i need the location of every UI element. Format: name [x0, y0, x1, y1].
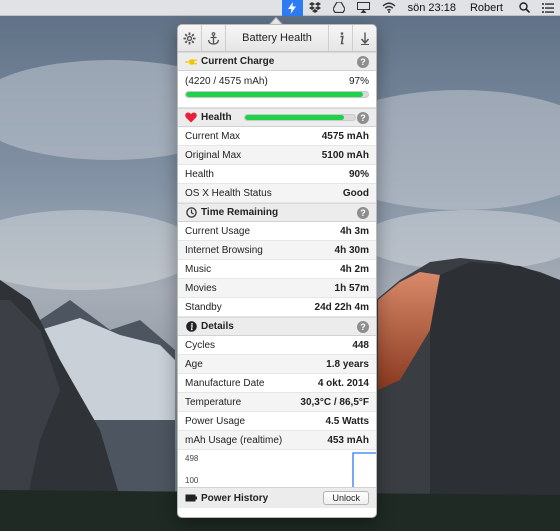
spotlight-search-icon[interactable]: [513, 0, 536, 16]
power-usage-graph-plot: [352, 452, 376, 487]
row-value: 448: [352, 339, 369, 351]
row-label: Current Max: [185, 130, 241, 142]
download-icon[interactable]: [352, 25, 376, 51]
current-charge-header: Current Charge ?: [178, 52, 376, 71]
airplay-icon[interactable]: [351, 0, 376, 16]
row-label: OS X Health Status: [185, 187, 272, 199]
dropbox-icon[interactable]: [303, 0, 327, 16]
battery-health-menu-icon[interactable]: [281, 0, 303, 16]
charge-mah-text: (4220 / 4575 mAh): [185, 76, 268, 87]
row-value: 30,3°C / 86,5°F: [300, 396, 369, 408]
power-history-title: Power History: [201, 492, 269, 504]
row-value: 4575 mAh: [321, 130, 369, 142]
health-row: OS X Health Status Good: [178, 184, 376, 203]
health-help-button[interactable]: ?: [357, 111, 369, 124]
health-rows: Current Max 4575 mAh Original Max 5100 mAh…: [178, 127, 376, 203]
health-title: Health: [201, 112, 232, 123]
time-remaining-title: Time Remaining: [201, 207, 279, 218]
row-label: Power Usage: [185, 415, 246, 427]
health-header: Health ?: [178, 108, 376, 127]
power-usage-graph: 498 100: [178, 450, 376, 488]
google-drive-icon[interactable]: [327, 0, 351, 16]
row-value: 4h 30m: [334, 244, 369, 256]
graph-min-label: 100: [185, 476, 199, 485]
details-row: Cycles 448: [178, 336, 376, 355]
notification-center-list-icon[interactable]: [536, 0, 560, 16]
current-charge-title: Current Charge: [201, 56, 275, 67]
time-remaining-rows: Current Usage 4h 3m Internet Browsing 4h 3…: [178, 222, 376, 317]
details-row: Manufacture Date 4 okt. 2014: [178, 374, 376, 393]
time-remaining-help-button[interactable]: ?: [357, 206, 369, 219]
row-label: Current Usage: [185, 225, 251, 237]
row-value: 1h 57m: [334, 282, 369, 294]
gear-icon[interactable]: [178, 25, 202, 51]
health-progress-fill: [244, 115, 344, 120]
details-row: mAh Usage (realtime) 453 mAh: [178, 431, 376, 450]
row-label: Cycles: [185, 339, 216, 351]
details-row: Age 1.8 years: [178, 355, 376, 374]
health-progress-bar: [243, 114, 356, 121]
heart-icon: [185, 112, 197, 124]
row-value: 4.5 Watts: [325, 415, 369, 427]
row-label: Age: [185, 358, 203, 370]
popover-toolbar: Battery Health: [178, 25, 376, 52]
power-usage-line: [352, 452, 376, 487]
power-history-footer: Power History Unlock: [178, 488, 376, 508]
current-charge-help-button[interactable]: ?: [357, 55, 369, 68]
details-row: Temperature 30,3°C / 86,5°F: [178, 393, 376, 412]
info-circle-icon: [185, 321, 197, 333]
power-plug-icon: [185, 56, 197, 68]
row-label: Music: [185, 263, 212, 275]
clock-icon: [185, 207, 197, 219]
unlock-button[interactable]: Unlock: [323, 491, 369, 505]
time-row: Current Usage 4h 3m: [178, 222, 376, 241]
time-remaining-header: Time Remaining ?: [178, 203, 376, 222]
clock-text[interactable]: sön 23:18: [402, 0, 462, 16]
row-label: Standby: [185, 301, 222, 313]
details-title: Details: [201, 321, 234, 332]
details-help-button[interactable]: ?: [357, 320, 369, 333]
row-value: 1.8 years: [326, 358, 369, 370]
row-label: mAh Usage (realtime): [185, 434, 283, 446]
info-icon[interactable]: [328, 25, 352, 51]
details-header: Details ?: [178, 317, 376, 336]
row-label: Movies: [185, 282, 217, 294]
current-charge-block: (4220 / 4575 mAh) 97%: [178, 71, 376, 108]
row-label: Temperature: [185, 396, 242, 408]
row-value: 90%: [348, 168, 369, 180]
menu-bar: sön 23:18 Robert: [0, 0, 560, 16]
details-rows: Cycles 448 Age 1.8 years Manufacture Date 4…: [178, 336, 376, 450]
health-row: Health 90%: [178, 165, 376, 184]
popover-title: Battery Health: [242, 32, 312, 44]
battery-icon: [185, 492, 197, 504]
row-value: 4h 2m: [340, 263, 369, 275]
health-row: Current Max 4575 mAh: [178, 127, 376, 146]
wifi-icon[interactable]: [376, 0, 402, 16]
row-label: Internet Browsing: [185, 244, 263, 256]
graph-max-label: 498: [185, 454, 199, 463]
row-label: Manufacture Date: [185, 377, 265, 389]
row-value: Good: [342, 187, 369, 199]
row-value: 4 okt. 2014: [317, 377, 369, 389]
battery-health-popover: Battery Health Current Charge ? (4220 / …: [177, 24, 377, 518]
anchor-icon[interactable]: [202, 25, 226, 51]
charge-progress-bar: [185, 91, 369, 98]
time-row: Internet Browsing 4h 30m: [178, 241, 376, 260]
row-value: 453 mAh: [327, 434, 369, 446]
time-row: Music 4h 2m: [178, 260, 376, 279]
time-row: Movies 1h 57m: [178, 279, 376, 298]
charge-progress-fill: [186, 92, 363, 97]
row-value: 5100 mAh: [321, 149, 369, 161]
row-label: Health: [185, 168, 214, 180]
health-row: Original Max 5100 mAh: [178, 146, 376, 165]
time-row: Standby 24d 22h 4m: [178, 298, 376, 317]
row-value: 24d 22h 4m: [314, 301, 369, 313]
row-value: 4h 3m: [340, 225, 369, 237]
row-label: Original Max: [185, 149, 242, 161]
charge-percent-text: 97%: [348, 76, 369, 87]
details-row: Power Usage 4.5 Watts: [178, 412, 376, 431]
user-name[interactable]: Robert: [462, 0, 513, 16]
